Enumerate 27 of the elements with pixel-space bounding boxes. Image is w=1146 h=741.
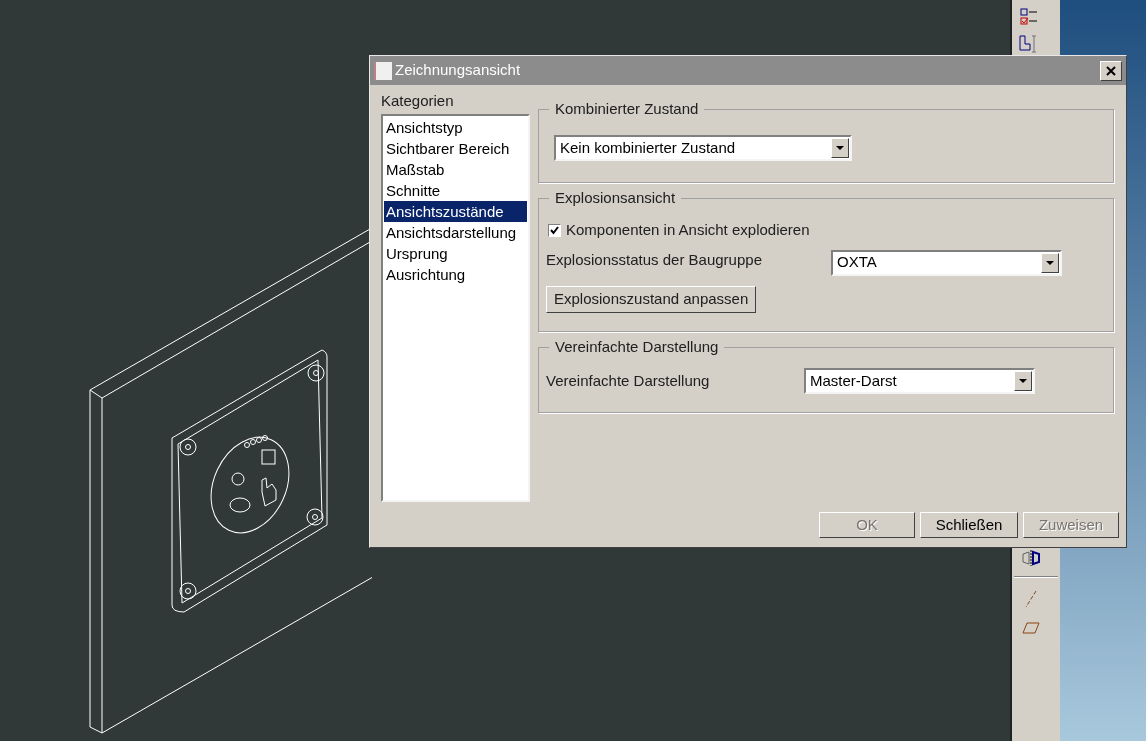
category-item[interactable]: Ansichtsdarstellung: [384, 222, 527, 243]
tree-checklist-icon[interactable]: [1019, 8, 1039, 26]
diagonal-line-icon[interactable]: [1024, 590, 1038, 608]
adjust-explosion-button[interactable]: Explosionszustand anpassen: [546, 285, 757, 313]
close-button[interactable]: [1100, 60, 1122, 81]
category-item[interactable]: Maßstab: [384, 159, 527, 180]
explosion-status-dropdown[interactable]: OXTA: [831, 249, 1062, 276]
parallelogram-icon[interactable]: [1022, 622, 1040, 634]
category-item[interactable]: Ansichtszustände: [384, 201, 527, 222]
explosion-status-label: Explosionsstatus der Baugruppe: [546, 250, 763, 271]
mirror-icon[interactable]: [1021, 550, 1041, 566]
categories-label: Kategorien: [381, 91, 455, 111]
checkmark-icon: [550, 225, 559, 235]
category-item[interactable]: Ausrichtung: [384, 264, 527, 285]
category-item[interactable]: Ansichtstyp: [384, 117, 527, 138]
category-item[interactable]: Ursprung: [384, 243, 527, 264]
window-icon: [374, 61, 392, 80]
checkbox-label: Komponenten in Ansicht explodieren: [566, 220, 810, 240]
category-item[interactable]: Schnitte: [384, 180, 527, 201]
simplified-label: Vereinfachte Darstellung: [546, 370, 711, 391]
checkbox[interactable]: [548, 223, 561, 237]
combined-state-dropdown[interactable]: Kein kombinierter Zustand: [554, 135, 852, 161]
simplified-dropdown[interactable]: Master-Darst: [804, 368, 1035, 394]
category-item[interactable]: Sichtbarer Bereich: [384, 138, 527, 159]
dialog-button[interactable]: Schließen: [920, 512, 1018, 538]
close-icon[interactable]: [1106, 65, 1116, 76]
window-title: Zeichnungsansicht: [395, 60, 521, 81]
